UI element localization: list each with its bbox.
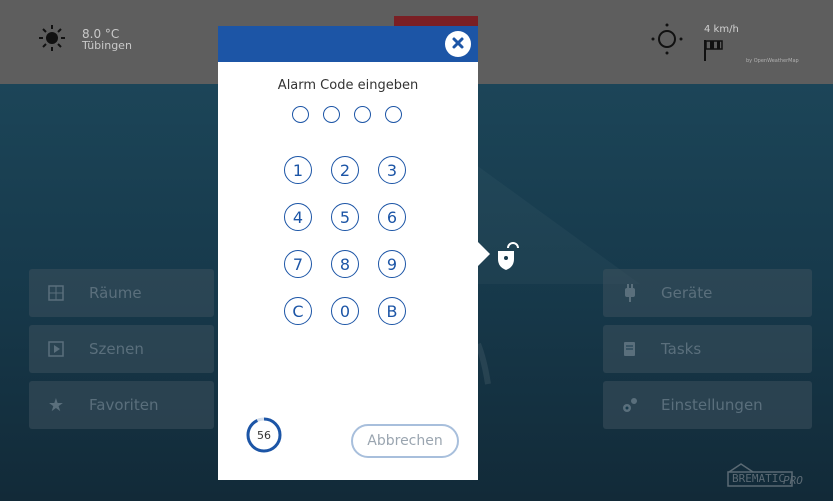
tile-devices-label: Geräte [661,284,713,302]
logo-pro: PRO [783,474,803,487]
wind-widget: 4 km/h by OpenWeatherMap [650,22,799,64]
dialog-header [218,26,478,62]
key-6[interactable]: 6 [378,203,406,231]
plug-icon [621,284,639,302]
play-icon [47,340,65,358]
code-dot [323,106,340,123]
key-5[interactable]: 5 [331,203,359,231]
tile-rooms-label: Räume [89,284,142,302]
compass-icon [650,23,684,60]
logo-name: BREMATIC [732,472,785,485]
key-0[interactable]: 0 [331,297,359,325]
rooms-icon [47,284,65,302]
key-7[interactable]: 7 [284,250,312,278]
key-2[interactable]: 2 [331,156,359,184]
dialog-prompt: Alarm Code eingeben [277,78,419,93]
tile-devices[interactable]: Geräte [603,269,812,317]
alarm-code-dialog: Alarm Code eingeben 1 2 3 4 5 6 7 8 9 C … [218,26,478,480]
windsock-icon [702,36,728,66]
brematic-logo: BREMATIC PRO [727,462,811,492]
close-icon [451,35,465,54]
key-back[interactable]: B [378,297,406,325]
key-9[interactable]: 9 [378,250,406,278]
code-dot [354,106,371,123]
countdown-value: 56 [257,428,271,442]
alarm-indicator [394,16,478,26]
key-clear[interactable]: C [284,297,312,325]
tile-settings-label: Einstellungen [661,396,763,414]
countdown-timer: 56 [246,417,282,453]
sun-icon [38,24,66,56]
code-dot [292,106,309,123]
code-entry-dots [292,106,402,123]
tile-favorites-label: Favoriten [89,396,159,414]
tasks-icon [621,340,639,358]
tile-tasks-label: Tasks [661,340,702,358]
lock-indicator [478,240,528,276]
tile-tasks[interactable]: Tasks [603,325,812,373]
wind-speed: 4 km/h [704,24,739,35]
key-3[interactable]: 3 [378,156,406,184]
tile-scenes-label: Szenen [89,340,144,358]
weather-widget: 8.0 °C Tübingen [38,24,132,56]
cancel-button[interactable]: Abbrechen [351,424,459,458]
gears-icon [621,396,639,414]
key-4[interactable]: 4 [284,203,312,231]
tile-settings[interactable]: Einstellungen [603,381,812,429]
code-dot [385,106,402,123]
key-8[interactable]: 8 [331,250,359,278]
city-name: Tübingen [82,39,132,52]
key-1[interactable]: 1 [284,156,312,184]
weather-credit: by OpenWeatherMap [746,58,799,64]
star-icon: ★ [47,394,65,416]
tile-rooms[interactable]: Räume [29,269,214,317]
tile-scenes[interactable]: Szenen [29,325,214,373]
close-button[interactable] [445,31,471,57]
tile-favorites[interactable]: ★ Favoriten [29,381,214,429]
